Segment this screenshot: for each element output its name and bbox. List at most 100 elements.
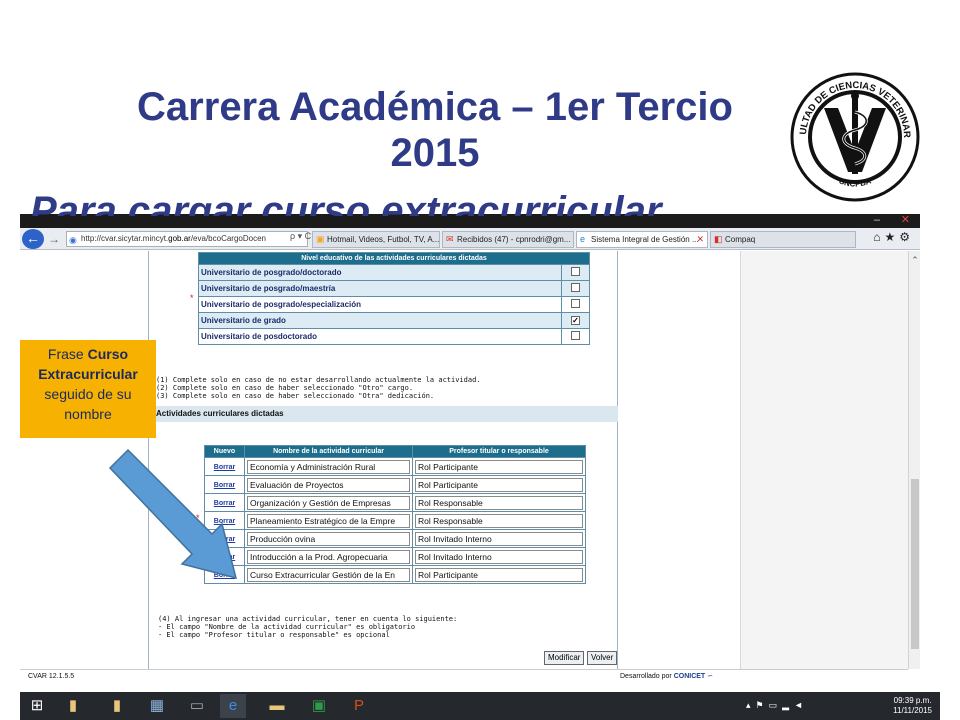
tab-sistema-integral[interactable]: e Sistema Integral de Gestión ... ✕ bbox=[576, 231, 708, 248]
chevron-up-icon[interactable]: ▴ bbox=[746, 700, 756, 710]
tab-gmail[interactable]: ✉ Recibidos (47) - cpnrodri@gm... bbox=[442, 231, 574, 248]
tab-close-icon[interactable]: ✕ bbox=[696, 232, 704, 247]
flag-icon[interactable]: ⚑ bbox=[756, 700, 769, 710]
battery-icon[interactable]: ▭ bbox=[769, 700, 783, 710]
folder-icon[interactable]: ▬ bbox=[264, 694, 290, 718]
close-icon[interactable]: ✕ bbox=[901, 214, 910, 227]
gear-icon[interactable]: ⚙ bbox=[899, 230, 914, 244]
table-row: Universitario de grado ✓ bbox=[198, 312, 590, 329]
activity-note-1: (4) Al ingresar una actividad curricular… bbox=[158, 615, 458, 623]
nivel-table-header: Nivel educativo de las actividades curri… bbox=[198, 252, 590, 265]
volume-icon[interactable]: ◄ bbox=[794, 700, 808, 710]
activity-name-input[interactable]: Planeamiento Estratégico de la Empre bbox=[247, 513, 410, 528]
activity-name-input[interactable]: Introducción a la Prod. Agropecuaria bbox=[247, 549, 410, 564]
conicet-wave-icon: ∽ bbox=[707, 673, 714, 680]
table-row: Borrar Organización y Gestión de Empresa… bbox=[204, 493, 586, 512]
activity-prof-input[interactable]: Rol Invitado Interno bbox=[415, 531, 583, 546]
excel-icon[interactable]: ▣ bbox=[306, 694, 332, 718]
right-blank-strip bbox=[740, 251, 908, 669]
checkbox-maestria[interactable] bbox=[571, 283, 580, 292]
clock-date: 11/11/2015 bbox=[893, 706, 932, 715]
minimize-icon[interactable]: – bbox=[874, 214, 880, 227]
powerpoint-icon[interactable]: P bbox=[346, 694, 372, 718]
activity-name-input[interactable]: Economía y Administración Rural bbox=[247, 459, 410, 474]
system-tray: ▴⚑▭▂◄ 09:39 p.m. 11/11/2015 bbox=[736, 694, 936, 718]
footnotes: (1) Complete solo en caso de no estar de… bbox=[156, 376, 546, 400]
address-tools[interactable]: ρ ▾ C bbox=[290, 231, 311, 242]
address-bar[interactable]: ◉ http://cvar.sicytar.mincyt.gob.ar/eva/b… bbox=[66, 231, 308, 247]
conicet-logo: CONICET bbox=[673, 673, 706, 680]
windows-start-icon[interactable]: ⊞ bbox=[24, 694, 50, 718]
network-icon[interactable]: ▦ bbox=[144, 694, 170, 718]
window-titlebar: – ✕ bbox=[20, 214, 920, 228]
activity-prof-input[interactable]: Rol Participante bbox=[415, 567, 583, 582]
table-row: Borrar Planeamiento Estratégico de la Em… bbox=[204, 511, 586, 530]
cvar-version: CVAR 12.1.5.5 bbox=[28, 673, 75, 680]
actividades-table: Nuevo Nombre de la actividad curricular … bbox=[204, 445, 586, 584]
callout-pre: Frase bbox=[47, 346, 88, 362]
clock[interactable]: 09:39 p.m. 11/11/2015 bbox=[893, 696, 932, 716]
footnote-2: (2) Complete solo en caso de haber selec… bbox=[156, 384, 414, 392]
scrollbar-thumb[interactable] bbox=[911, 479, 919, 649]
nivel-label: Universitario de posdoctorado bbox=[198, 328, 562, 345]
table-row: Borrar Evaluación de Proyectos Rol Parti… bbox=[204, 475, 586, 494]
signal-icon[interactable]: ▂ bbox=[782, 700, 794, 710]
page-icon: ◉ bbox=[69, 235, 77, 245]
tab-label: Hotmail, Videos, Futbol, TV, A... bbox=[327, 235, 440, 244]
table-row: Borrar Introducción a la Prod. Agropecua… bbox=[204, 547, 586, 566]
tab-hotmail[interactable]: ▣ Hotmail, Videos, Futbol, TV, A... bbox=[312, 231, 440, 248]
checkbox-grado[interactable]: ✓ bbox=[571, 316, 580, 325]
back-button[interactable]: ← bbox=[22, 229, 44, 249]
ie-icon[interactable]: e bbox=[220, 694, 246, 718]
activity-prof-input[interactable]: Rol Responsable bbox=[415, 495, 583, 510]
slide-title-line2: 2015 bbox=[390, 131, 480, 175]
nivel-label: Universitario de posgrado/maestría bbox=[198, 280, 562, 297]
activity-prof-input[interactable]: Rol Participante bbox=[415, 477, 583, 492]
tab-label: Sistema Integral de Gestión ... bbox=[591, 235, 699, 244]
page-scrollbar[interactable]: ⌃ bbox=[908, 251, 920, 669]
tab-label: Recibidos (47) - cpnrodri@gm... bbox=[457, 235, 571, 244]
slide-subtitle: Para cargar curso extracurricular bbox=[30, 189, 662, 216]
chevron-up-icon[interactable]: ⌃ bbox=[909, 255, 920, 266]
forward-button[interactable]: → bbox=[48, 230, 60, 248]
callout-box: Frase Curso Extracurricular seguido de s… bbox=[20, 340, 156, 438]
activity-name-input[interactable]: Evaluación de Proyectos bbox=[247, 477, 410, 492]
activity-name-input[interactable]: Organización y Gestión de Empresas bbox=[247, 495, 410, 510]
footnote-1: (1) Complete solo en caso de no estar de… bbox=[156, 376, 481, 384]
developed-by: Desarrollado por CONICET ∽ bbox=[620, 670, 713, 683]
home-icon[interactable]: ⌂ bbox=[873, 230, 884, 244]
modificar-button[interactable]: Modificar bbox=[544, 651, 585, 665]
tab-compaq[interactable]: ◧ Compaq bbox=[710, 231, 856, 248]
section-title: Actividades curriculares dictadas bbox=[148, 406, 618, 422]
gmail-icon: ✉ bbox=[446, 234, 454, 244]
ie-icon: e bbox=[580, 234, 586, 244]
clock-time: 09:39 p.m. bbox=[893, 696, 932, 705]
checkbox-posdoctorado[interactable] bbox=[571, 331, 580, 340]
browser-nav-icons: ⌂★⚙ bbox=[873, 230, 914, 244]
address-path: /eva/bcoCargoDocen bbox=[190, 234, 266, 243]
browser-navbar: ← → ◉ http://cvar.sicytar.mincyt.gob.ar/e… bbox=[20, 228, 920, 250]
slide-title: Carrera Académica – 1er Tercio 2015 bbox=[40, 84, 830, 176]
caduceus-v-seal-icon: FACULTAD DE CIENCIAS VETERINARIAS UNCPBA bbox=[790, 72, 920, 202]
checkbox-especializacion[interactable] bbox=[571, 299, 580, 308]
slide-title-line1: Carrera Académica – 1er Tercio bbox=[137, 85, 733, 129]
table-row: Universitario de posgrado/especializació… bbox=[198, 296, 590, 313]
file-icon[interactable]: ▮ bbox=[60, 694, 86, 718]
table-row: Universitario de posgrado/maestría bbox=[198, 280, 590, 297]
tray-icons: ▴⚑▭▂◄ bbox=[746, 700, 808, 711]
activity-name-input[interactable]: Curso Extracurricular Gestión de la En bbox=[247, 567, 410, 582]
computer-icon[interactable]: ▭ bbox=[184, 694, 210, 718]
activity-prof-input[interactable]: Rol Participante bbox=[415, 459, 583, 474]
windows-taskbar: ⊞ ▮ ▮ ▦ ▭ e ▬ ▣ P ▴⚑▭▂◄ 09:39 p.m. 11/11… bbox=[20, 692, 940, 720]
checkbox-doctorado[interactable] bbox=[571, 267, 580, 276]
activity-name-input[interactable]: Producción ovina bbox=[247, 531, 410, 546]
table-row: Borrar Curso Extracurricular Gestión de … bbox=[204, 565, 586, 584]
activity-prof-input[interactable]: Rol Responsable bbox=[415, 513, 583, 528]
slide: Carrera Académica – 1er Tercio 2015 FACU… bbox=[0, 0, 960, 720]
file-icon[interactable]: ▮ bbox=[104, 694, 130, 718]
volver-button[interactable]: Volver bbox=[587, 651, 618, 665]
activity-notes: (4) Al ingresar una actividad curricular… bbox=[158, 615, 598, 639]
table-row: Universitario de posdoctorado bbox=[198, 328, 590, 345]
star-icon[interactable]: ★ bbox=[884, 230, 899, 244]
activity-prof-input[interactable]: Rol Invitado Interno bbox=[415, 549, 583, 564]
